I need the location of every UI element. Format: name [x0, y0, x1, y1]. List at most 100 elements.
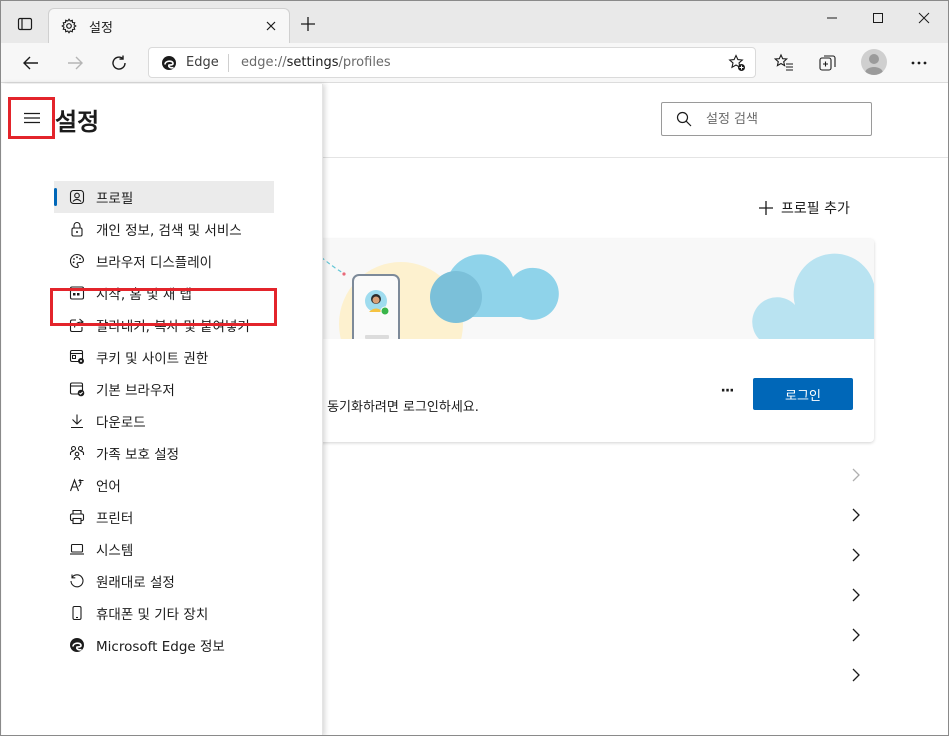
hamburger-icon	[23, 112, 40, 124]
url-prefix: edge://	[241, 55, 287, 70]
nav-item-cookies-permissions[interactable]: 쿠키 및 사이트 권한	[54, 341, 274, 373]
nav-item-label: 프린터	[96, 511, 134, 527]
person-icon	[865, 54, 883, 75]
nav-item-label: 원래대로 설정	[96, 575, 175, 591]
maximize-button[interactable]	[855, 5, 901, 31]
nav-item-label: 잘라내기, 복사 및 붙여넣기	[96, 319, 250, 335]
nav-item-languages[interactable]: 언어	[54, 469, 274, 501]
nav-item-label: 브라우저 디스플레이	[96, 255, 213, 271]
new-tab-button[interactable]	[297, 13, 319, 35]
tab-actions-icon	[17, 17, 33, 31]
profile-illustration	[301, 239, 874, 386]
chevron-right-icon[interactable]	[849, 468, 863, 482]
nav-item-label: 언어	[96, 479, 121, 495]
minimize-button[interactable]	[809, 5, 855, 31]
refresh-icon	[112, 55, 126, 70]
site-identity-label: Edge	[186, 55, 219, 70]
address-bar[interactable]: Edge edge://settings/profiles	[148, 47, 756, 78]
nav-item-label: 시스템	[96, 543, 134, 559]
profile-icon	[68, 188, 86, 206]
browser-toolbar: Edge edge://settings/profiles	[1, 43, 948, 83]
nav-item-label: 휴대폰 및 기타 장치	[96, 607, 209, 623]
phone-icon	[68, 604, 86, 622]
chevron-right-icon[interactable]	[849, 508, 863, 522]
settings-search[interactable]	[661, 102, 872, 136]
hamburger-menu-button[interactable]	[8, 97, 55, 139]
nav-item-printers[interactable]: 프린터	[54, 501, 274, 533]
close-window-button[interactable]	[901, 5, 947, 31]
page-title: 설정	[55, 108, 100, 136]
nav-item-label: 기본 브라우저	[96, 383, 175, 399]
nav-item-label: 시작, 홈 및 새 탭	[96, 287, 192, 303]
profile-card: 를 동기화하려면 로그인하세요. ··· 로그인	[301, 239, 874, 442]
nav-item-appearance[interactable]: 브라우저 디스플레이	[54, 245, 274, 277]
edge-logo-icon	[162, 56, 176, 70]
nav-item-label: 가족 보호 설정	[96, 447, 180, 463]
settings-search-input[interactable]	[706, 109, 866, 129]
collections-icon	[819, 55, 836, 71]
refresh-button[interactable]	[105, 49, 133, 77]
settings-header	[323, 84, 948, 158]
close-tab-icon[interactable]	[263, 18, 279, 34]
ellipsis-icon	[911, 61, 927, 65]
printer-icon	[68, 508, 86, 526]
tab-title: 설정	[89, 21, 113, 36]
nav-item-default-browser[interactable]: 기본 브라우저	[54, 373, 274, 405]
tab-strip: 설정	[1, 1, 948, 43]
nav-item-profiles[interactable]: 프로필	[54, 181, 274, 213]
add-profile-label: 프로필 추가	[781, 201, 850, 217]
address-separator	[228, 54, 229, 72]
nav-item-start-home[interactable]: 시작, 홈 및 새 탭	[54, 277, 274, 309]
sync-signin-text: 를 동기화하려면 로그인하세요.	[311, 400, 479, 415]
edge-logo-icon	[68, 636, 86, 654]
add-profile-button[interactable]: 프로필 추가	[759, 198, 850, 218]
nav-item-label: 쿠키 및 사이트 권한	[96, 351, 209, 367]
nav-item-system[interactable]: 시스템	[54, 533, 274, 565]
plus-icon	[301, 17, 315, 31]
nav-item-label: 다운로드	[96, 415, 146, 431]
search-icon	[676, 111, 692, 127]
nav-item-about-edge[interactable]: Microsoft Edge 정보	[54, 629, 274, 661]
favorites-button[interactable]	[770, 49, 798, 77]
minimize-icon	[827, 17, 837, 19]
login-button[interactable]: 로그인	[753, 378, 853, 410]
default-browser-icon	[68, 380, 86, 398]
chevron-right-icon[interactable]	[849, 668, 863, 682]
profile-more-button[interactable]: ···	[715, 379, 739, 403]
chevron-right-icon[interactable]	[849, 548, 863, 562]
url-suffix: /profiles	[338, 55, 391, 70]
back-button[interactable]	[17, 49, 45, 77]
chevron-right-icon[interactable]	[849, 588, 863, 602]
add-favorite-button[interactable]	[727, 53, 747, 73]
site-permissions-icon	[68, 348, 86, 366]
download-icon	[68, 412, 86, 430]
nav-item-phone-devices[interactable]: 휴대폰 및 기타 장치	[54, 597, 274, 629]
forward-button[interactable]	[61, 49, 89, 77]
more-options-button[interactable]	[905, 49, 933, 77]
start-page-icon	[68, 284, 86, 302]
nav-item-downloads[interactable]: 다운로드	[54, 405, 274, 437]
nav-item-share-copy-paste[interactable]: 잘라내기, 복사 및 붙여넣기	[54, 309, 274, 341]
url-text: edge://settings/profiles	[241, 55, 391, 70]
lock-icon	[68, 220, 86, 238]
nav-item-reset[interactable]: 원래대로 설정	[54, 565, 274, 597]
collections-button[interactable]	[814, 49, 842, 77]
laptop-icon	[68, 540, 86, 558]
more-label: ···	[720, 383, 735, 399]
nav-item-label: 개인 정보, 검색 및 서비스	[96, 223, 242, 239]
plus-icon	[759, 201, 773, 215]
nav-item-privacy[interactable]: 개인 정보, 검색 및 서비스	[54, 213, 274, 245]
tab-settings[interactable]: 설정	[48, 8, 290, 43]
tab-actions-button[interactable]	[9, 10, 41, 38]
nav-item-family[interactable]: 가족 보호 설정	[54, 437, 274, 469]
close-icon	[918, 12, 930, 24]
favorites-list-icon	[774, 53, 793, 71]
nav-item-label: Microsoft Edge 정보	[96, 639, 225, 655]
arrow-right-icon	[68, 56, 83, 70]
browser-window: 설정 Edge edge://settings/profiles 설정 검색 프…	[0, 0, 949, 736]
chevron-right-icon[interactable]	[849, 628, 863, 642]
reset-icon	[68, 572, 86, 590]
settings-sidebar: 설정 프로필 개인 정보, 검색 및 서비스 브라우저 디스플레이 시작, 홈 …	[2, 84, 323, 735]
profile-avatar[interactable]	[861, 49, 887, 75]
url-path: settings	[286, 55, 339, 70]
